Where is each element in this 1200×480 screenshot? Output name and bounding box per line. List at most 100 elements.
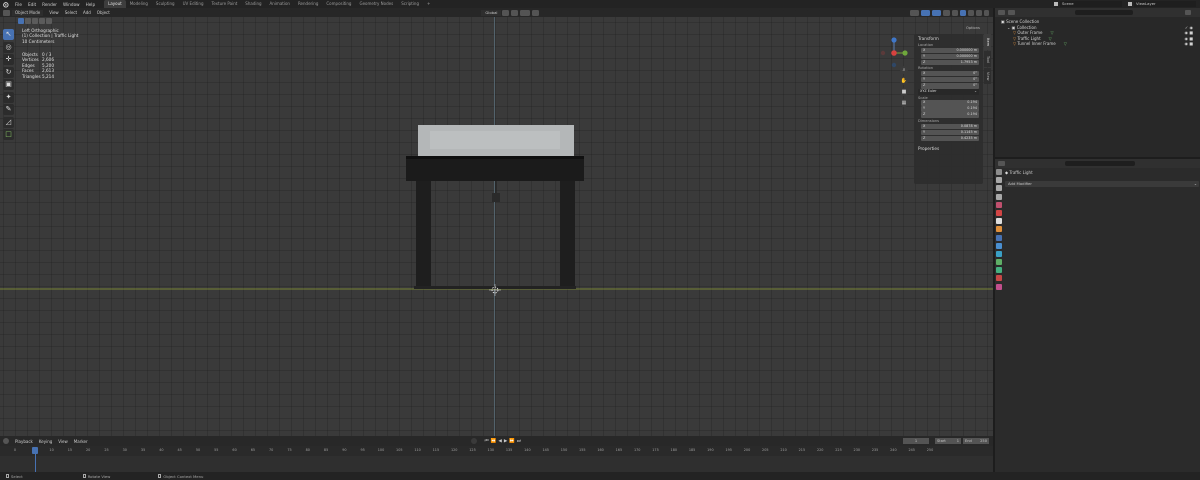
dimensions-y-field[interactable]: Y 0.1145 m [921, 129, 979, 136]
cursor-tool-icon[interactable]: ◎ [3, 41, 14, 53]
transform-tool-icon[interactable]: ✦ [3, 91, 14, 103]
shading-rendered-button[interactable] [976, 9, 983, 16]
outliner[interactable]: ▣ Scene Collection ⌄ ▣ Collection ✓ ◉ ▽ O… [995, 8, 1200, 157]
properties-editor[interactable]: ◆ Traffic Light Add Modifier ⌄ [995, 159, 1200, 472]
select-intersect-button[interactable] [46, 18, 52, 24]
tab-rendering[interactable]: Rendering [294, 0, 322, 8]
rotation-x-field[interactable]: X 0° [921, 70, 979, 77]
transform-panel-header[interactable]: Transform [914, 34, 983, 42]
select-box-tool-icon[interactable]: ↖ [3, 29, 14, 40]
scale-x-field[interactable]: X 0.194 [921, 100, 979, 106]
annotate-tool-icon[interactable]: ✎ [3, 104, 14, 115]
jump-end-icon[interactable]: ⏭ [517, 438, 521, 444]
3d-viewport[interactable]: Object Mode View Select Add Object Globa… [0, 8, 993, 436]
pivot-button[interactable] [502, 9, 510, 16]
timeline-track[interactable] [0, 456, 993, 472]
timeline-editor-type-icon[interactable] [3, 438, 9, 444]
scale-y-field[interactable]: Y 0.194 [921, 106, 979, 112]
properties-editor-icon[interactable] [998, 161, 1005, 166]
tab-scripting[interactable]: Scripting [397, 0, 423, 8]
menu-select[interactable]: Select [62, 10, 80, 15]
rotation-z-field[interactable]: Z 0° [921, 83, 979, 89]
select-extend-button[interactable] [25, 18, 31, 24]
scale-tool-icon[interactable]: ▣ [3, 79, 14, 90]
view-layer-tab-icon[interactable] [996, 193, 1002, 200]
output-tab-icon[interactable] [996, 185, 1002, 192]
tab-geometry-nodes[interactable]: Geometry Nodes [355, 0, 397, 8]
editor-type-icon[interactable] [3, 9, 10, 16]
jump-start-icon[interactable]: ⏮ [485, 438, 489, 444]
shading-solid-button[interactable] [960, 9, 967, 16]
pan-hand-icon[interactable]: ✋ [900, 77, 908, 85]
menu-file[interactable]: File [12, 2, 25, 7]
rotate-tool-icon[interactable]: ↻ [3, 66, 14, 78]
gizmo-toggle-button[interactable] [921, 9, 931, 16]
active-object-name[interactable]: Traffic Light [1009, 170, 1032, 175]
tab-modeling[interactable]: Modeling [126, 0, 152, 8]
select-subtract-button[interactable] [32, 18, 38, 24]
tab-uv-editing[interactable]: UV Editing [179, 0, 208, 8]
proportional-edit-button[interactable] [532, 9, 540, 16]
menu-keying[interactable]: Keying [36, 439, 55, 444]
visibility-button[interactable] [910, 9, 920, 16]
collection-tab-icon[interactable] [996, 218, 1002, 225]
tool-tab-icon[interactable] [996, 169, 1002, 175]
location-x-field[interactable]: X 0.000000 m [921, 47, 979, 54]
menu-marker[interactable]: Marker [71, 439, 91, 444]
tab-animation[interactable]: Animation [266, 0, 294, 8]
start-frame-field[interactable]: Start 1 [935, 438, 961, 444]
sidebar-tab-view[interactable]: View [984, 68, 991, 84]
record-button[interactable] [470, 438, 477, 444]
display-mode-icon[interactable] [1008, 10, 1015, 15]
options-dropdown[interactable]: Options [966, 26, 980, 30]
rotation-y-field[interactable]: Y 0° [921, 76, 979, 83]
snap-button[interactable] [511, 9, 519, 16]
camera-view-icon[interactable]: ■ [900, 88, 908, 96]
tab-compositing[interactable]: Compositing [322, 0, 355, 8]
object-mode-dropdown[interactable]: Object Mode [12, 9, 44, 16]
scene-tab-icon[interactable] [996, 201, 1002, 208]
menu-window[interactable]: Window [60, 2, 83, 7]
xray-button[interactable] [943, 9, 951, 16]
timeline-editor[interactable]: Playback Keying View Marker ⏮ ⏪ ◀ ▶ ⏩ ⏭ … [0, 436, 993, 472]
outliner-search-input[interactable] [1075, 10, 1133, 15]
outliner-editor-icon[interactable] [998, 10, 1005, 15]
play-icon[interactable]: ▶ [504, 439, 507, 444]
add-modifier-button[interactable]: Add Modifier ⌄ [1005, 181, 1199, 187]
blender-logo-icon[interactable] [2, 1, 9, 8]
world-tab-icon[interactable] [996, 209, 1002, 216]
measure-tool-icon[interactable]: ◿ [3, 116, 14, 128]
properties-search-input[interactable] [1065, 161, 1135, 166]
add-workspace-icon[interactable]: + [423, 0, 434, 8]
object-tab-icon[interactable] [996, 226, 1002, 233]
menu-render[interactable]: Render [39, 2, 60, 7]
prev-keyframe-icon[interactable]: ⏪ [491, 439, 497, 444]
overlay-toggle-button[interactable] [932, 9, 942, 16]
perspective-toggle-icon[interactable]: ▦ [900, 99, 908, 107]
sidebar-tab-tool[interactable]: Tool [984, 51, 991, 67]
properties-panel-header[interactable]: Properties [914, 144, 983, 152]
texture-tab-icon[interactable] [996, 283, 1002, 290]
menu-view[interactable]: View [46, 10, 62, 15]
snap-target-button[interactable] [520, 9, 531, 16]
outliner-item-tunnel-inner-frame[interactable]: ▽ Tunnel Inner Frame ▽ ◉ ■ [1001, 41, 1197, 47]
menu-help[interactable]: Help [83, 2, 99, 7]
move-tool-icon[interactable]: ✛ [3, 54, 14, 65]
play-reverse-icon[interactable]: ◀ [498, 439, 501, 444]
playhead[interactable] [32, 447, 38, 454]
current-frame-field[interactable]: 1 [903, 438, 929, 444]
timeline-ruler[interactable]: 0510152025303540455055606570758085909510… [0, 448, 993, 456]
end-frame-field[interactable]: End 250 [963, 438, 989, 444]
sidebar-tab-item[interactable]: Item [984, 34, 991, 50]
tab-texture-paint[interactable]: Texture Paint [207, 0, 241, 8]
tab-shading[interactable]: Shading [241, 0, 265, 8]
dimensions-z-field[interactable]: Z 0.4235 m [921, 135, 979, 142]
scene-selector[interactable]: Scene [1060, 1, 1122, 7]
shading-wireframe-button[interactable] [952, 9, 959, 16]
select-new-button[interactable] [18, 18, 24, 24]
zoom-icon[interactable]: ⌕ [900, 66, 908, 74]
dimensions-x-field[interactable]: X 0.0878 m [921, 123, 979, 130]
filter-icon[interactable] [1185, 10, 1191, 15]
tab-sculpting[interactable]: Sculpting [152, 0, 179, 8]
material-tab-icon[interactable] [996, 275, 1002, 282]
